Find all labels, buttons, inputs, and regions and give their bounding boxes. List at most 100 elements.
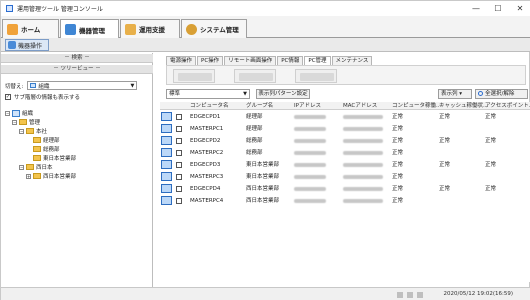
table-row[interactable]: EDGECPD4 西日本営業部 正常 正常 正常 xyxy=(160,183,530,195)
tab-pc-info[interactable]: PC情報 xyxy=(277,56,304,65)
row-checkbox[interactable] xyxy=(176,114,185,123)
computer-icon xyxy=(161,172,172,181)
tree-node-west-sales[interactable]: + 西日本営業部 xyxy=(26,172,76,180)
folder-icon xyxy=(33,173,41,179)
col-mac-address[interactable]: MACアドレス xyxy=(343,102,377,110)
table-row[interactable]: MASTERPC1 経理部 正常 xyxy=(160,123,530,135)
select-all-icon xyxy=(478,91,483,96)
home-icon xyxy=(7,23,18,35)
tree-node-accounting[interactable]: 経理部 xyxy=(33,136,60,144)
tab-pc-management[interactable]: PC管理 xyxy=(304,56,331,65)
device-operation-button[interactable]: 機器操作 xyxy=(5,39,49,51)
row-checkbox[interactable] xyxy=(176,198,185,207)
row-checkbox[interactable] xyxy=(176,150,185,159)
ip-redacted xyxy=(294,197,326,205)
table-row[interactable]: MASTERPC4 西日本営業部 正常 xyxy=(160,195,530,207)
show-sublevel-row[interactable]: ✓ サブ階層の情報も表示する xyxy=(5,93,80,101)
mac-redacted xyxy=(343,173,383,181)
mac-redacted xyxy=(343,185,383,193)
computer-icon xyxy=(161,160,172,169)
status-indicator-icon xyxy=(397,292,403,298)
column-pattern-button[interactable]: 表示列パターン設定 xyxy=(256,89,310,99)
minimize-button[interactable]: — xyxy=(465,1,487,16)
collapse-icon[interactable]: − xyxy=(19,164,24,170)
action-button-2[interactable] xyxy=(234,69,276,83)
window-title: 運用管理ツール 管理コンソール xyxy=(17,6,103,13)
tab-maintenance[interactable]: メンテナンス xyxy=(331,56,373,65)
table-row[interactable]: MASTERPC2 総務部 正常 xyxy=(160,147,530,159)
tab-device-management[interactable]: 機器管理 xyxy=(60,19,119,39)
collapse-icon[interactable]: − xyxy=(19,128,24,134)
switch-select[interactable]: 組織 ▼ xyxy=(27,81,138,90)
tree-node-headquarters[interactable]: − 本社 xyxy=(19,127,47,135)
col-computer-name[interactable]: コンピュータ名 xyxy=(190,102,229,110)
expand-icon[interactable]: + xyxy=(26,173,31,179)
col-group-name[interactable]: グループ名 xyxy=(246,102,273,110)
tree-node-west[interactable]: − 西日本 xyxy=(19,163,53,171)
tab-remote-screen[interactable]: リモート画面操作 xyxy=(224,56,277,65)
switch-label: 切替え: xyxy=(5,83,24,90)
collapse-icon[interactable]: − xyxy=(5,110,10,116)
app-window: 運用管理ツール 管理コンソール — ☐ ✕ ホーム 機器管理 運用支援 システム… xyxy=(0,0,530,300)
row-checkbox[interactable] xyxy=(176,174,185,183)
mac-redacted xyxy=(343,137,383,145)
tree-node-org[interactable]: − 組織 xyxy=(5,109,33,117)
search-bar[interactable]: － 検索 － xyxy=(1,54,153,63)
tree-node-admin[interactable]: − 管理 xyxy=(12,118,40,126)
table-row[interactable]: EDGECPD1 経理部 正常 正常 正常 xyxy=(160,111,530,123)
col-ip-address[interactable]: IPアドレス xyxy=(294,102,321,110)
tree-node-east-sales[interactable]: 東日本営業部 xyxy=(33,154,76,162)
row-checkbox[interactable] xyxy=(176,126,185,135)
table-row[interactable]: EDGECPD3 東日本営業部 正常 正常 正常 xyxy=(160,159,530,171)
ip-redacted xyxy=(294,161,326,169)
tab-pc-operation[interactable]: PC操作 xyxy=(197,56,224,65)
org-icon xyxy=(12,109,20,117)
row-checkbox[interactable] xyxy=(176,186,185,195)
status-bar: 2020/05/12 19:02(16:59) xyxy=(1,287,530,300)
tree-node-general-affairs[interactable]: 総務部 xyxy=(33,145,60,153)
folder-icon xyxy=(33,155,41,161)
column-set-select[interactable]: 標準 ▼ xyxy=(166,89,250,99)
maximize-button[interactable]: ☐ xyxy=(487,1,509,16)
right-panel: 電源操作 PC操作 リモート画面操作 PC情報 PC管理 メンテナンス 標準 ▼… xyxy=(156,53,530,287)
org-icon xyxy=(30,83,37,88)
close-button[interactable]: ✕ xyxy=(509,1,530,16)
row-checkbox[interactable] xyxy=(176,138,185,147)
tab-operation-support[interactable]: 運用支援 xyxy=(120,19,180,38)
sub-toolbar: 機器操作 xyxy=(1,38,530,52)
devices-icon xyxy=(65,24,76,35)
action-button-3[interactable] xyxy=(295,69,337,83)
col-cache-status[interactable]: キャッシュ稼働状... xyxy=(439,102,488,110)
table-row[interactable]: MASTERPC3 東日本営業部 正常 xyxy=(160,171,530,183)
tab-power[interactable]: 電源操作 xyxy=(166,56,197,65)
table-row[interactable]: EDGECPD2 総務部 正常 正常 正常 xyxy=(160,135,530,147)
computer-icon xyxy=(161,136,172,145)
device-grid: コンピュータ名 グループ名 IPアドレス MACアドレス コンピュータ稼働...… xyxy=(160,102,530,282)
folder-icon xyxy=(26,164,34,170)
ip-redacted xyxy=(294,137,326,145)
chevron-down-icon: ▼ xyxy=(243,91,247,97)
tab-system-management[interactable]: システム管理 xyxy=(181,19,247,38)
folder-icon xyxy=(19,119,27,125)
filter-row: 標準 ▼ 表示列パターン設定 表示列 ▾ 全選択/解除 xyxy=(166,89,528,99)
row-checkbox[interactable] xyxy=(176,162,185,171)
status-indicator-icon xyxy=(407,292,413,298)
mac-redacted xyxy=(343,149,383,157)
display-columns-button[interactable]: 表示列 ▾ xyxy=(438,89,472,99)
collapse-icon[interactable]: − xyxy=(12,119,17,125)
title-bar: 運用管理ツール 管理コンソール — ☐ ✕ xyxy=(1,1,530,16)
show-sublevel-checkbox[interactable]: ✓ xyxy=(5,94,11,100)
action-button-1[interactable] xyxy=(173,69,215,83)
computer-icon xyxy=(161,124,172,133)
left-panel: － 検索 － － ツリービュー － 切替え: 組織 ▼ ✓ サブ階層の情報も表示… xyxy=(1,53,153,287)
col-access-point[interactable]: アクセスポイント... xyxy=(485,102,530,110)
tab-home[interactable]: ホーム xyxy=(2,19,59,38)
ip-redacted xyxy=(294,113,326,121)
computer-icon xyxy=(161,148,172,157)
ip-redacted xyxy=(294,149,326,157)
treeview-bar[interactable]: － ツリービュー － xyxy=(1,65,153,74)
select-all-button[interactable]: 全選択/解除 xyxy=(475,89,528,99)
col-computer-status[interactable]: コンピュータ稼働... xyxy=(392,102,441,110)
monitor-icon xyxy=(8,41,16,49)
grid-header: コンピュータ名 グループ名 IPアドレス MACアドレス コンピュータ稼働...… xyxy=(160,102,530,110)
